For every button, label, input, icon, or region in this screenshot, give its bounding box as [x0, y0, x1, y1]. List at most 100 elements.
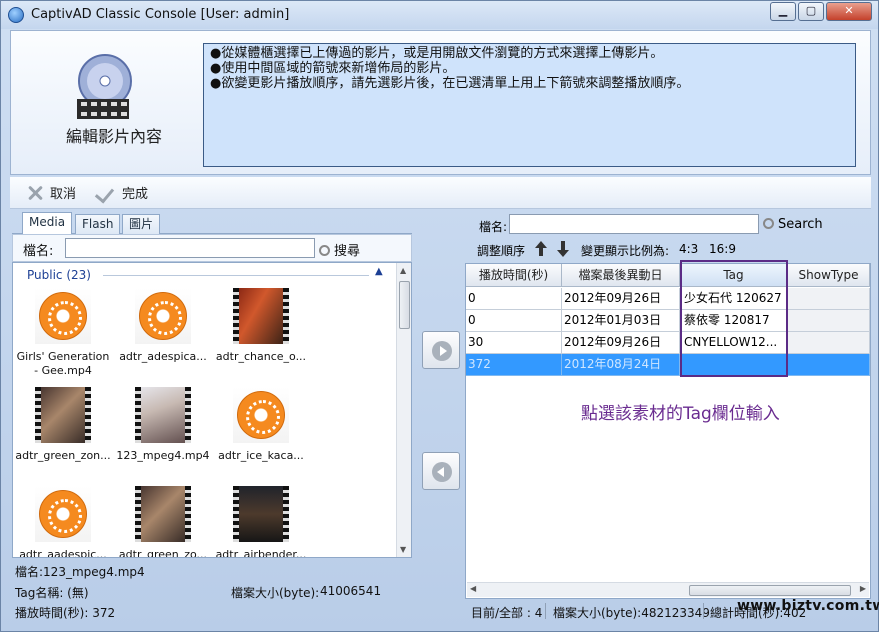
playlist-filename-label: 檔名:	[479, 220, 508, 234]
tab-images[interactable]: 圖片	[122, 214, 161, 234]
tab-media[interactable]: Media	[22, 212, 73, 234]
cancel-label: 取消	[50, 187, 77, 202]
table-row[interactable]: 30 2012年09月26日 CNYELLOW12...	[466, 332, 870, 354]
arrow-right-icon	[432, 341, 452, 361]
media-grid: Public (23) ▲ Girls' Generation - Gee.mp…	[12, 262, 412, 558]
scroll-thumb[interactable]	[399, 281, 410, 329]
selected-duration: 播放時間(秒): 372	[15, 606, 116, 620]
selected-tagname: Tag名稱: (無)	[15, 586, 89, 600]
search-label: 搜尋	[334, 244, 361, 259]
cell-duration[interactable]: 0	[466, 288, 562, 310]
library-filename-input[interactable]	[65, 238, 315, 258]
cell-showtype[interactable]	[788, 354, 870, 376]
cell-modified[interactable]: 2012年09月26日	[562, 288, 680, 310]
add-to-playlist-button[interactable]	[422, 331, 460, 369]
cell-showtype[interactable]	[788, 288, 870, 310]
ratio-label: 變更顯示比例為:	[581, 244, 670, 258]
arrow-left-icon	[432, 462, 452, 482]
move-up-icon[interactable]	[535, 241, 547, 257]
video-thumbnail	[135, 387, 191, 443]
media-item[interactable]: 123_mpeg4.mp4	[113, 387, 213, 463]
cell-modified[interactable]: 2012年01月03日	[562, 310, 680, 332]
media-item-name: Girls' Generation - Gee.mp4	[16, 350, 110, 377]
search-icon	[763, 218, 774, 229]
scroll-up-icon[interactable]: ▲	[400, 266, 406, 275]
collapse-caret-icon[interactable]: ▲	[375, 266, 383, 277]
table-row[interactable]: 0 2012年09月26日 少女石代 120627	[466, 288, 870, 310]
video-thumbnail	[135, 486, 191, 542]
app-icon	[8, 7, 24, 23]
column-header-modified[interactable]: 檔案最後異動日	[562, 264, 680, 287]
media-item[interactable]: adtr_chance_o...	[211, 288, 311, 364]
media-item[interactable]: adtr_aadespic...	[13, 486, 113, 558]
media-item[interactable]: adtr_green_zo...	[113, 486, 213, 558]
media-grid-scrollbar[interactable]: ▲ ▼	[396, 263, 411, 557]
media-item[interactable]: adtr_ice_kaca...	[211, 387, 311, 463]
watermark: www.biztv.com.tw	[737, 598, 879, 614]
done-label: 完成	[122, 187, 149, 202]
media-item-name: 123_mpeg4.mp4	[116, 449, 210, 462]
cell-showtype[interactable]	[788, 310, 870, 332]
table-row[interactable]: 0 2012年01月03日 蔡依零 120817	[466, 310, 870, 332]
status-separator	[703, 603, 704, 619]
media-item[interactable]: adtr_airbender...	[211, 486, 311, 558]
video-thumbnail	[233, 288, 289, 344]
media-item-name: adtr_aadespic...	[19, 548, 107, 558]
media-item-name: adtr_chance_o...	[215, 350, 307, 363]
status-size: 檔案大小(byte):482123349	[553, 606, 710, 620]
media-item[interactable]: adtr_adespica...	[113, 288, 213, 364]
maximize-button[interactable]: ▢	[798, 2, 824, 21]
column-header-duration[interactable]: 播放時間(秒)	[466, 264, 562, 287]
status-count: 目前/全部 : 4	[471, 606, 543, 620]
move-down-icon[interactable]	[557, 241, 569, 257]
media-tabs: Media Flash 圖片	[12, 212, 412, 234]
instruction-line: ●從媒體櫃選擇已上傳過的影片，或是用開啟文件瀏覽的方式來選擇上傳影片。	[210, 46, 664, 61]
cell-modified[interactable]: 2012年08月24日	[562, 354, 680, 376]
group-divider	[103, 275, 369, 276]
cell-modified[interactable]: 2012年09月26日	[562, 332, 680, 354]
playlist-filename-input[interactable]	[509, 214, 759, 234]
media-item[interactable]: adtr_green_zon...	[13, 387, 113, 463]
close-button[interactable]: ✕	[826, 2, 872, 21]
video-file-icon	[35, 288, 91, 344]
toolbar: 取消 完成	[10, 177, 871, 209]
media-item-name: adtr_airbender...	[215, 548, 307, 558]
column-header-showtype[interactable]: ShowType	[788, 264, 870, 287]
video-thumbnail	[233, 486, 289, 542]
cell-duration[interactable]: 30	[466, 332, 562, 354]
scroll-right-icon[interactable]: ▶	[860, 584, 866, 593]
done-button[interactable]: 完成	[96, 183, 148, 202]
annotation-note: 點選該素材的Tag欄位輸入	[581, 404, 780, 424]
scroll-thumb[interactable]	[689, 585, 851, 596]
header-panel: 編輯影片內容 ●從媒體櫃選擇已上傳過的影片，或是用開啟文件瀏覽的方式來選擇上傳影…	[10, 30, 871, 175]
table-row-selected[interactable]: 372 2012年08月24日	[466, 354, 870, 376]
group-header[interactable]: Public (23)	[27, 268, 91, 282]
minimize-button[interactable]: ▁	[770, 2, 796, 21]
cell-duration[interactable]: 0	[466, 310, 562, 332]
scroll-left-icon[interactable]: ◀	[470, 584, 476, 593]
playlist-horizontal-scrollbar[interactable]: ◀ ▶	[467, 582, 869, 597]
tab-flash[interactable]: Flash	[75, 214, 121, 234]
ratio-16-9-button[interactable]: 16:9	[709, 242, 736, 256]
media-item[interactable]: Girls' Generation - Gee.mp4	[13, 288, 113, 378]
video-file-icon	[135, 288, 191, 344]
window-title: CaptivAD Classic Console [User: admin]	[31, 7, 290, 22]
cell-duration[interactable]: 372	[466, 354, 562, 376]
instruction-line: ●欲變更影片播放順序，請先選影片後，在已選清單上用上下箭號來調整播放順序。	[210, 76, 690, 91]
cancel-button[interactable]: 取消	[26, 183, 76, 202]
page-title: 編輯影片內容	[65, 127, 162, 146]
scroll-down-icon[interactable]: ▼	[400, 545, 406, 554]
app-window: CaptivAD Classic Console [User: admin] ▁…	[0, 0, 879, 632]
video-disc-icon	[77, 54, 132, 119]
title-bar: CaptivAD Classic Console [User: admin] ▁…	[1, 1, 878, 29]
library-search-bar: 檔名: 搜尋	[12, 234, 412, 262]
cell-showtype[interactable]	[788, 332, 870, 354]
selected-filename: 檔名:123_mpeg4.mp4	[15, 565, 145, 579]
ratio-4-3-button[interactable]: 4:3	[679, 242, 698, 256]
media-item-name: adtr_green_zo...	[118, 548, 208, 558]
video-thumbnail	[35, 387, 91, 443]
playlist-search-button[interactable]: Search	[763, 217, 823, 232]
remove-from-playlist-button[interactable]	[422, 452, 460, 490]
media-library-panel: Media Flash 圖片 檔名: 搜尋 Public (23) ▲ Girl…	[12, 212, 412, 558]
library-search-button[interactable]: 搜尋	[319, 240, 360, 259]
